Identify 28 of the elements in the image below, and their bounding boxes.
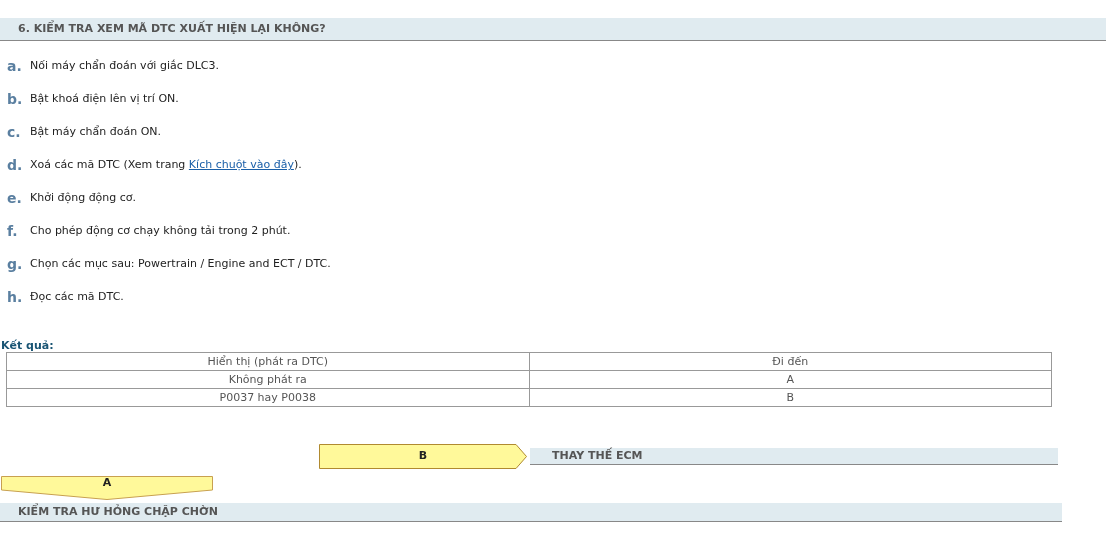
step-letter: c. xyxy=(7,123,22,142)
step-text: Bật máy chẩn đoán ON. xyxy=(30,124,162,141)
section-header: 6. KIỂM TRA XEM MÃ DTC XUẤT HIỆN LẠI KHÔNG? xyxy=(0,18,1106,41)
step-text: Bật khoá điện lên vị trí ON. xyxy=(30,91,179,108)
step-letter: h. xyxy=(7,288,24,307)
step-letter: b. xyxy=(7,90,24,109)
result-label: Kết quả: xyxy=(1,339,55,352)
step-text: Xoá các mã DTC (Xem trang Kích chuột vào đây). xyxy=(30,157,302,174)
step-text: Cho phép động cơ chạy không tải trong 2 phút. xyxy=(30,223,291,240)
target-header[interactable]: THAY THẾ ECM xyxy=(530,448,1058,465)
step-text: Khởi động động cơ. xyxy=(30,190,137,207)
step-letter: g. xyxy=(7,255,24,274)
step-text: Chọn các mục sau: Powertrain / Engine and ECT / DTC. xyxy=(30,256,331,273)
page-link[interactable]: Kích chuột vào đây xyxy=(188,158,294,172)
step-letter: e. xyxy=(7,189,23,208)
table-cell: A xyxy=(529,370,1052,389)
target-header[interactable]: KIỂM TRA HƯ HỎNG CHẬP CHỜN xyxy=(0,503,1062,522)
table-cell: Không phát ra xyxy=(6,370,529,389)
table-cell: B xyxy=(529,388,1052,407)
column-header: Hiển thị (phát ra DTC) xyxy=(6,352,529,371)
step-letter: d. xyxy=(7,156,24,175)
step-letter: f. xyxy=(7,222,19,241)
branch-arrow[interactable]: A xyxy=(1,476,213,500)
step-letter: a. xyxy=(7,57,23,76)
step-text: Nối máy chẩn đoán với giắc DLC3. xyxy=(30,58,219,75)
column-header: Đi đến xyxy=(529,352,1052,371)
table-cell: P0037 hay P0038 xyxy=(6,388,529,407)
step-text: Đọc các mã DTC. xyxy=(30,289,124,306)
